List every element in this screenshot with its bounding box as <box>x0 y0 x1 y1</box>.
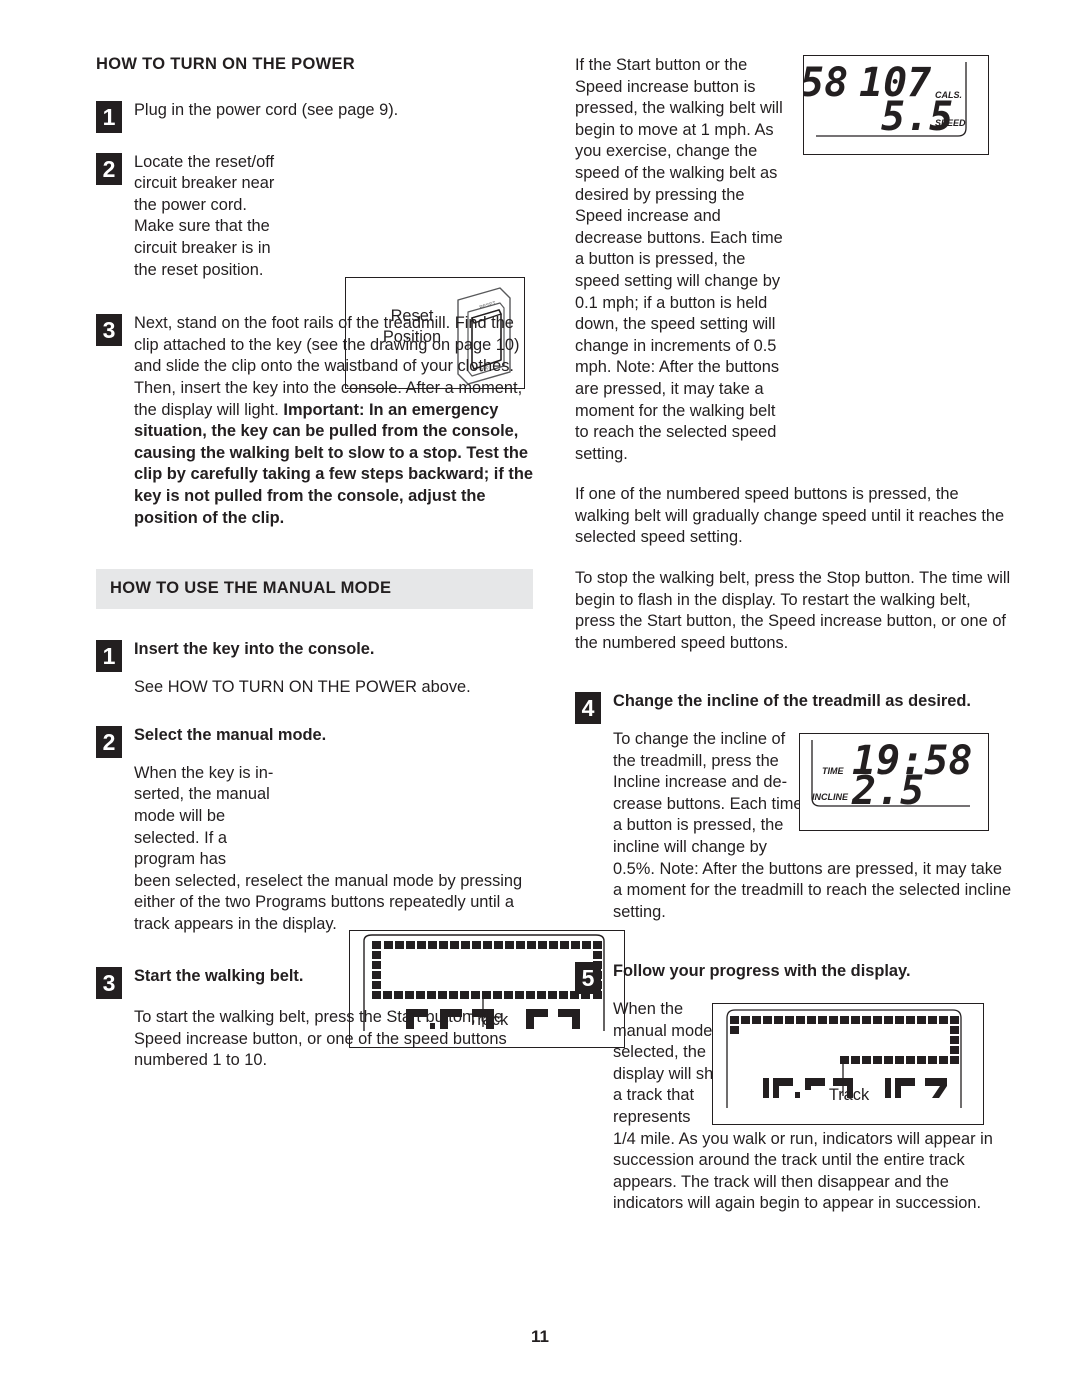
svg-text:5.5: 5.5 <box>881 94 953 140</box>
step-number-badge: 5 <box>575 962 601 995</box>
step-title: Start the walking belt. <box>134 966 304 985</box>
step-body: Plug in the power cord (see page 9). <box>96 100 533 122</box>
svg-text:58: 58 <box>804 60 848 106</box>
page-number: 11 <box>531 1327 549 1346</box>
lcd-digits-speed: 5.5 <box>881 94 953 140</box>
step-text-rest: been selected, reselect the manual mode … <box>134 871 523 934</box>
track-segments-top <box>384 941 591 950</box>
step-text-wrapped: To change the incline of the treadmill, … <box>613 730 803 856</box>
step-manual-1: 1 Insert the key into the console. See H… <box>96 639 533 698</box>
step-number-badge: 1 <box>96 640 122 673</box>
step-right-4: 4 Change the incline of the treadmill as… <box>575 691 1012 923</box>
lcd-label-incline: INCLINE <box>812 792 849 802</box>
step-text-rest: 0.5%. Note: After the buttons are presse… <box>613 859 1012 921</box>
figure-console-track-partial: Track <box>712 1003 984 1126</box>
step-body: Change the incline of the treadmill as d… <box>575 691 1012 923</box>
step-text: Locate the reset/off circuit breaker nea… <box>134 152 275 279</box>
right-paragraph-1-wrapped: If the Start button or the Speed increas… <box>575 56 783 463</box>
lcd-label-time: TIME <box>822 766 844 776</box>
right-column: 58 107 CALS. 5.5 SPEED If the Start butt… <box>575 55 1012 1239</box>
figure-console-speed: 58 107 CALS. 5.5 SPEED <box>803 55 989 155</box>
step-title: Follow your progress with the display. <box>613 962 911 981</box>
lcd-incline-graphic: TIME 19:58 INCLINE 2.5 <box>811 738 972 814</box>
step-number-badge: 1 <box>96 101 122 133</box>
section-heading-how-to-turn-on-the-power: HOW TO TURN ON THE POWER <box>96 55 355 73</box>
step-number-badge: 2 <box>96 152 122 185</box>
step-text: Plug in the power cord (see page 9). <box>134 101 399 119</box>
step-body: Locate the reset/off circuit breaker nea… <box>96 152 533 282</box>
step-body: Next, stand on the foot rails of the tre… <box>96 313 533 529</box>
right-paragraph-3: To stop the walking belt, press the Stop… <box>575 569 1011 652</box>
step-text-rest: 1/4 mile. As you walk or run, indicators… <box>613 1129 993 1213</box>
figure-console-incline: TIME 19:58 INCLINE 2.5 <box>799 733 989 832</box>
step-number-badge: 4 <box>575 692 601 725</box>
document-page: HOW TO TURN ON THE POWER 1 Plug in the p… <box>0 0 1080 1397</box>
lcd-digits-distance: 58 <box>804 60 848 106</box>
right-paragraph-2: If one of the numbered speed buttons is … <box>575 485 1005 547</box>
step-title: Change the incline of the treadmill as d… <box>613 692 971 711</box>
step-manual-3: 3 Start the walking belt. To start the w… <box>96 966 533 1072</box>
step-number-badge: 3 <box>96 966 122 999</box>
step-power-3: 3 Next, stand on the foot rails of the t… <box>96 313 533 529</box>
step-body: Insert the key into the console. See HOW… <box>96 639 533 698</box>
step-text: Next, stand on the foot rails of the tre… <box>134 313 533 529</box>
lcd-speed-graphic: 58 107 CALS. 5.5 SPEED <box>804 60 967 140</box>
step-title: Insert the key into the console. <box>134 640 375 659</box>
track-segments-left <box>730 1016 739 1035</box>
step-title: Select the manual mode. <box>134 726 327 745</box>
step-text: To start the walking belt, press the Sta… <box>134 1008 507 1070</box>
step-body: Select the manual mode. Track When the k… <box>96 725 625 1049</box>
step-power-1: 1 Plug in the power cord (see page 9). <box>96 100 533 133</box>
step-body: Start the walking belt. To start the wal… <box>96 966 533 1072</box>
lcd-label-speed: SPEED <box>935 118 966 128</box>
step-number-badge: 2 <box>96 726 122 759</box>
lcd-digits-incline: 2.5 <box>851 768 924 814</box>
step-text: See HOW TO TURN ON THE POWER above. <box>134 677 471 696</box>
section-heading-how-to-use-the-manual-mode: HOW TO USE THE MANUAL MODE <box>96 569 533 610</box>
step-body: Follow your progress with the display. T… <box>575 961 1012 1215</box>
step-manual-2: 2 Select the manual mode. Track When the… <box>96 725 625 1049</box>
figure-callout-track: Track <box>828 1086 870 1105</box>
step-number-badge: 3 <box>96 314 122 347</box>
step-text-important: Important: In an emergency situation, th… <box>134 400 533 527</box>
track-segments-top <box>741 1016 948 1025</box>
step-text-wrapped: When the key is in-serted, the manual mo… <box>134 763 274 869</box>
track-segments-bottom <box>840 1056 959 1065</box>
step-power-2: 2 Reset Position RESET OFF Locate the re… <box>96 152 533 389</box>
left-column: HOW TO TURN ON THE POWER 1 Plug in the p… <box>96 55 625 1096</box>
step-right-5: 5 Follow your progress with the display. <box>575 961 1012 1215</box>
svg-text:2.5: 2.5 <box>851 768 924 814</box>
